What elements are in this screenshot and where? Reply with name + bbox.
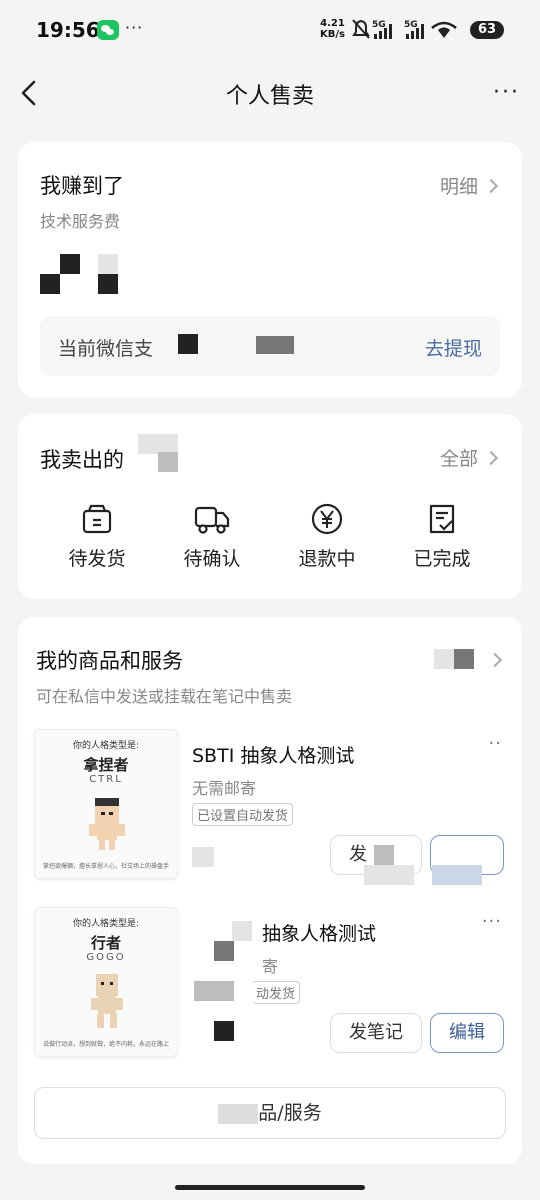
status-icons: 5G 5G [352, 19, 457, 39]
product-thumbnail[interactable]: 你的人格类型是: 行者 GOGO 说做行动派，想到就做，绝不内耗，永远在路上 [34, 907, 178, 1057]
signal-5g-icon-2: 5G [404, 20, 424, 39]
chevron-right-icon[interactable] [487, 652, 503, 668]
post-note-label: 发 [349, 844, 367, 865]
post-note-button[interactable]: 发笔记 [330, 1013, 422, 1053]
blurred-amount [98, 274, 118, 294]
withdraw-button[interactable]: 去提现 [425, 334, 482, 361]
character-illustration [91, 974, 123, 1028]
status-label: 已完成 [413, 548, 471, 570]
check-doc-icon [429, 504, 455, 534]
status-time: 19:56 [36, 18, 100, 42]
sold-orders-card: 我卖出的 全部 待发货 待确认 退款中 已完成 [18, 414, 522, 599]
wechat-balance-bar: 当前微信支 去提现 [40, 316, 500, 376]
product-title: 抽象人格测试 [262, 923, 377, 945]
blurred-content [214, 941, 234, 961]
blurred-balance [256, 336, 294, 354]
character-illustration [89, 798, 125, 850]
blurred-content [194, 981, 234, 1001]
thumb-name: 行者 [90, 934, 121, 952]
product-more-icon[interactable]: ·· [489, 733, 502, 754]
blurred-manage [454, 649, 474, 669]
thumb-desc: 掌控欲爆棚，擅长拿捏人心，社交场上的操盘手 [43, 863, 170, 870]
thumb-code: GOGO [86, 952, 126, 963]
yuan-icon [311, 503, 343, 535]
status-more-notifications: ··· [125, 18, 144, 37]
chevron-right-icon [483, 450, 499, 466]
page-title: 个人售卖 [225, 84, 314, 109]
status-label: 退款中 [298, 548, 356, 570]
blurred-amount [40, 274, 60, 294]
blurred-content [432, 865, 482, 885]
add-product-label: 品/服务 [258, 1102, 322, 1124]
mute-bell-icon [352, 19, 370, 39]
status-bar: 19:56 ··· 4.21 KB/s 5G 5G 63 [0, 0, 540, 60]
products-subtitle: 可在私信中发送或挂载在笔记中售卖 [36, 687, 293, 706]
product-item[interactable]: 你的人格类型是: 拿捏者 CTRL 掌控欲爆棚，擅长拿捏人心，社交场上的操盘手 … [34, 729, 506, 885]
blurred-content [214, 1021, 234, 1041]
battery-icon: 63 [470, 21, 504, 39]
sold-title: 我卖出的 [40, 448, 124, 472]
blurred-content [218, 1103, 259, 1124]
earnings-title: 我赚到了 [40, 174, 124, 198]
details-link[interactable]: 明细 [439, 172, 499, 199]
blurred-balance [178, 334, 198, 354]
thumb-caption: 你的人格类型是: [72, 741, 140, 751]
earnings-subtitle: 技术服务费 [40, 212, 121, 231]
status-pending-shipment[interactable]: 待发货 [52, 502, 142, 571]
svg-text:5G: 5G [372, 20, 386, 30]
blurred-content [374, 845, 394, 865]
blurred-manage [434, 649, 454, 669]
blurred-content [364, 865, 414, 885]
wechat-notification-icon [97, 20, 119, 40]
thumb-name: 拿捏者 [83, 756, 129, 774]
blurred-amount [60, 254, 80, 274]
thumb-desc: 说做行动派，想到就做，绝不内耗，永远在路上 [43, 1041, 170, 1048]
all-orders-label: 全部 [439, 448, 478, 470]
box-icon [82, 504, 112, 534]
status-pending-confirm[interactable]: 待确认 [167, 502, 257, 571]
status-label: 待确认 [183, 548, 241, 570]
auto-ship-tag: 已设置自动发货 [192, 803, 294, 826]
product-item[interactable]: 你的人格类型是: 行者 GOGO 说做行动派，想到就做，绝不内耗，永远在路上 抽… [34, 907, 506, 1057]
product-shipping: 无需邮寄 [192, 779, 257, 798]
wechat-balance-label: 当前微信支 [58, 338, 154, 360]
earnings-card: 我赚到了 技术服务费 明细 当前微信支 去提现 [18, 142, 522, 397]
product-shipping: 寄 [262, 957, 279, 976]
wifi-icon [431, 21, 457, 38]
product-more-icon[interactable]: ··· [482, 911, 502, 932]
home-indicator[interactable] [175, 1185, 365, 1190]
status-label: 待发货 [68, 548, 126, 570]
truck-icon [194, 506, 230, 534]
blurred-count [138, 434, 178, 454]
all-orders-link[interactable]: 全部 [439, 444, 499, 471]
status-refunding[interactable]: 退款中 [282, 502, 372, 571]
more-options-icon[interactable]: ··· [493, 80, 520, 105]
thumb-caption: 你的人格类型是: [72, 919, 140, 929]
blurred-content [192, 847, 214, 867]
edit-button[interactable]: 编辑 [430, 1013, 504, 1053]
auto-ship-tag: 动发货 [252, 981, 301, 1004]
blurred-amount [98, 254, 118, 274]
signal-5g-icon-1: 5G [372, 20, 392, 39]
thumb-code: CTRL [89, 774, 123, 785]
network-speed: 4.21 KB/s [320, 18, 345, 40]
nav-bar: 个人售卖 ··· [0, 60, 540, 126]
products-title: 我的商品和服务 [36, 649, 183, 673]
blurred-content [232, 921, 252, 941]
chevron-right-icon [483, 178, 499, 194]
product-thumbnail[interactable]: 你的人格类型是: 拿捏者 CTRL 掌控欲爆棚，擅长拿捏人心，社交场上的操盘手 [34, 729, 178, 879]
details-link-label: 明细 [439, 176, 478, 198]
blurred-count [158, 452, 178, 472]
product-title: SBTI 抽象人格测试 [192, 745, 355, 767]
status-completed[interactable]: 已完成 [397, 502, 487, 571]
add-product-service-button[interactable]: 品/服务 [34, 1087, 506, 1139]
svg-text:5G: 5G [404, 20, 418, 30]
products-card: 我的商品和服务 可在私信中发送或挂载在笔记中售卖 你的人格类型是: 拿捏者 CT… [18, 617, 522, 1164]
